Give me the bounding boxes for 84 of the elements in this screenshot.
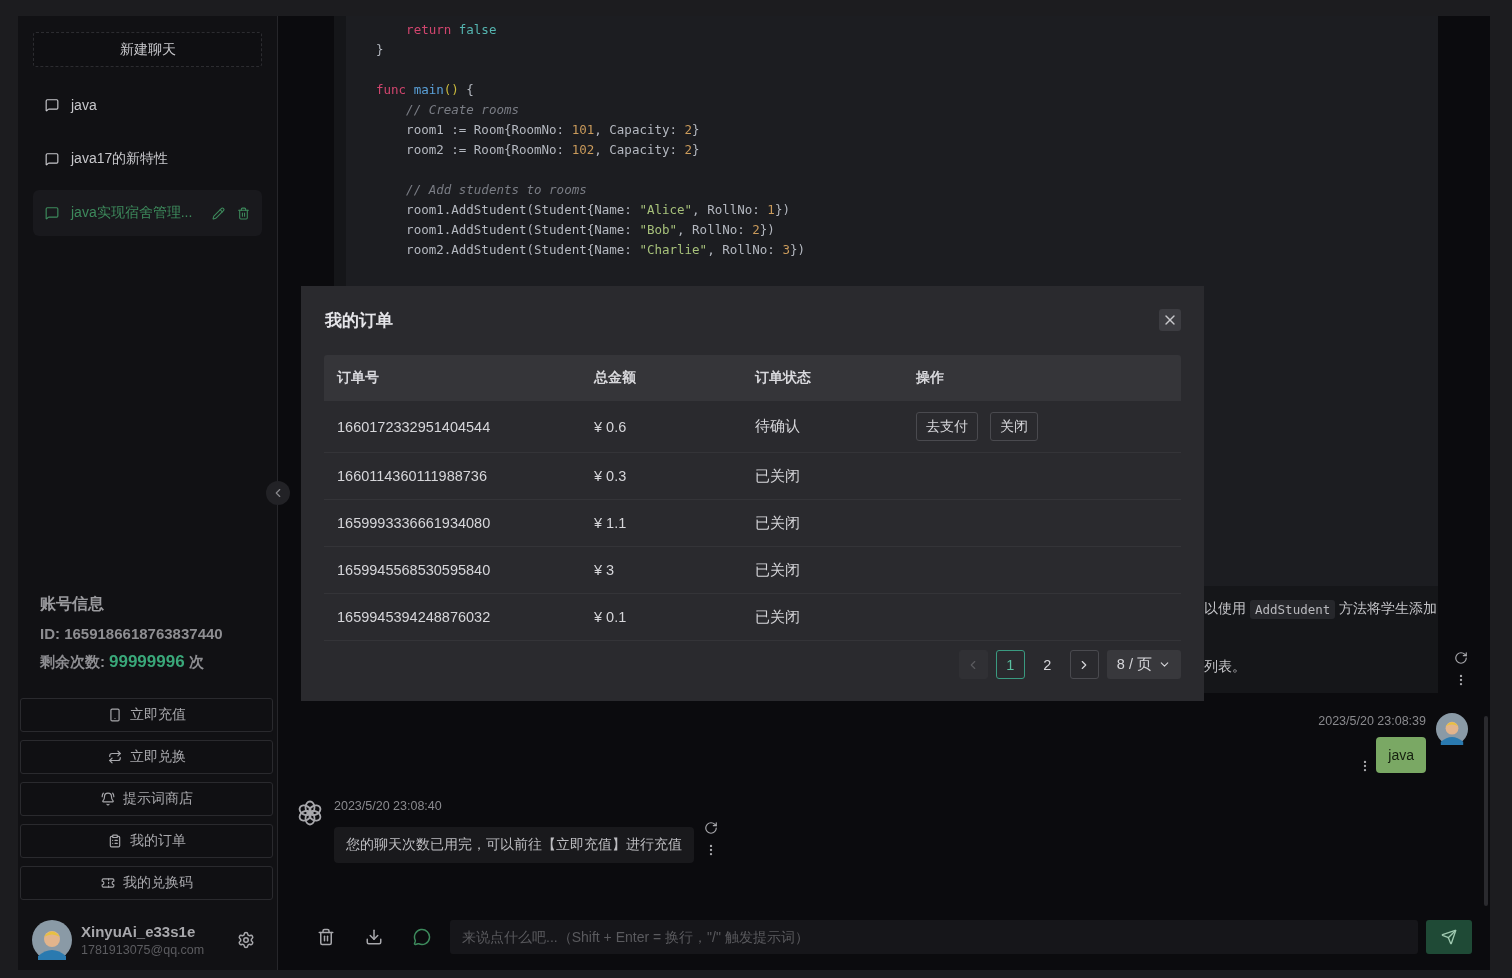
section-title: 账号信息 <box>40 594 105 614</box>
avatar <box>32 920 72 960</box>
table-cell-text: 1660114360111988736 <box>337 468 488 484</box>
trash-icon <box>317 928 335 946</box>
settings-icon[interactable] <box>237 931 255 949</box>
table-cell-text: 已关闭 <box>755 607 801 627</box>
action-button[interactable]: 提示词商店 <box>20 782 273 816</box>
message-text: 以使用 <box>1204 600 1246 618</box>
inline-code: AddStudent <box>1250 599 1336 619</box>
conversation-item[interactable]: java17的新特性 <box>33 136 262 182</box>
repeat-icon <box>107 750 122 764</box>
table-cell-text: ¥ 1.1 <box>594 515 628 531</box>
column-header: 总金额 <box>594 368 637 387</box>
page-button[interactable]: 1 <box>995 650 1025 679</box>
table-cell-text: ¥ 0.6 <box>594 418 628 435</box>
remaining-value: 99999996 <box>109 652 185 672</box>
action-button[interactable]: 我的兑换码 <box>20 866 273 900</box>
message-bubble: java <box>1376 737 1426 773</box>
scrollbar[interactable] <box>1484 716 1488 906</box>
phone-icon <box>107 708 122 722</box>
dialog-title: 我的订单 <box>324 309 393 332</box>
table-cell-text: 1659993336661934080 <box>337 515 492 531</box>
message-text: 列表。 <box>1204 658 1246 676</box>
table-cell-text: 已关闭 <box>755 560 801 580</box>
table-cell-text: ¥ 3 <box>594 562 616 578</box>
action-button[interactable]: 立即充值 <box>20 698 273 732</box>
code-line: room2.AddStudent(Student{Name: "Charlie", RollNo: 3}) <box>405 241 806 259</box>
column-header: 订单状态 <box>755 368 812 387</box>
user-email: 1781913075@qq.com <box>81 943 206 957</box>
code-line: func main() { <box>376 81 475 99</box>
chat-icon <box>45 98 59 112</box>
send-button[interactable] <box>1426 920 1472 954</box>
code-line: room2 := Room{RoomNo: 102, Capacity: 2} <box>405 141 701 159</box>
table-cell-text: 已关闭 <box>755 466 801 486</box>
table-cell-text: ¥ 0.1 <box>594 609 628 625</box>
avatar <box>1436 713 1468 745</box>
code-line: // Add students to rooms <box>405 181 588 199</box>
conversation-item[interactable]: java实现宿舍管理... <box>33 190 262 236</box>
message-input[interactable]: 来说点什么吧...（Shift + Enter = 换行，"/" 触发提示词） <box>450 920 1418 954</box>
action-button[interactable]: 我的订单 <box>20 824 273 858</box>
chat-icon <box>45 206 59 220</box>
user-name: XinyuAi_e33s1e <box>81 923 197 940</box>
table-cell-text: 待确认 <box>755 417 801 436</box>
message-time: 2023/5/20 23:08:40 <box>334 799 443 813</box>
table-cell-text: 1659945394248876032 <box>337 609 492 625</box>
remaining-unit: 次 <box>188 653 204 672</box>
regenerate-icon[interactable] <box>704 821 718 835</box>
code-line: room1.AddStudent(Student{Name: "Alice", RollNo: 1}) <box>405 201 791 219</box>
code-line: room1 := Room{RoomNo: 101, Capacity: 2} <box>405 121 701 139</box>
download-icon <box>365 928 383 946</box>
edit-icon[interactable] <box>212 206 225 220</box>
close-button[interactable] <box>1159 309 1181 331</box>
column-header: 订单号 <box>337 368 380 387</box>
regenerate-icon[interactable] <box>1454 651 1468 665</box>
code-line: return false <box>405 21 498 39</box>
table-cell-text: ¥ 0.3 <box>594 468 628 484</box>
clipboard-icon <box>107 834 122 848</box>
send-icon <box>1441 929 1457 945</box>
table-cell-text: 已关闭 <box>755 513 801 533</box>
collapse-button[interactable] <box>266 481 290 505</box>
page-button[interactable]: 2 <box>1032 650 1062 679</box>
row-action-button[interactable]: 去支付 <box>916 412 978 441</box>
chat-bubble-icon <box>413 928 431 946</box>
message-text: 方法将学生添加 <box>1339 600 1438 618</box>
action-button[interactable]: 立即兑换 <box>20 740 273 774</box>
delete-icon[interactable] <box>237 206 250 220</box>
code-line: room1.AddStudent(Student{Name: "Bob", RollNo: 2}) <box>405 221 776 239</box>
row-action-button[interactable]: 关闭 <box>990 412 1038 441</box>
table-cell-text: 1659945568530595840 <box>337 562 492 578</box>
message-bubble: 您的聊天次数已用完，可以前往【立即充值】进行充值 <box>334 827 694 863</box>
ticket-icon <box>100 876 115 890</box>
bell-icon <box>100 792 115 806</box>
table-cell-text: 1660172332951404544 <box>337 418 492 435</box>
page-size-select[interactable]: 8 / 页 <box>1106 650 1181 679</box>
chat-icon <box>45 152 59 166</box>
remaining-label: 剩余次数: <box>40 653 105 672</box>
new-chat-button[interactable]: 新建聊天 <box>33 32 262 67</box>
conversation-item[interactable]: java <box>33 82 262 128</box>
account-id: ID: 1659186618763837440 <box>40 625 224 642</box>
column-header: 操作 <box>916 368 945 387</box>
logo-icon <box>296 799 324 827</box>
message-time: 2023/5/20 23:08:39 <box>1318 714 1426 728</box>
code-line: } <box>376 41 385 59</box>
code-line: // Create rooms <box>405 101 520 119</box>
